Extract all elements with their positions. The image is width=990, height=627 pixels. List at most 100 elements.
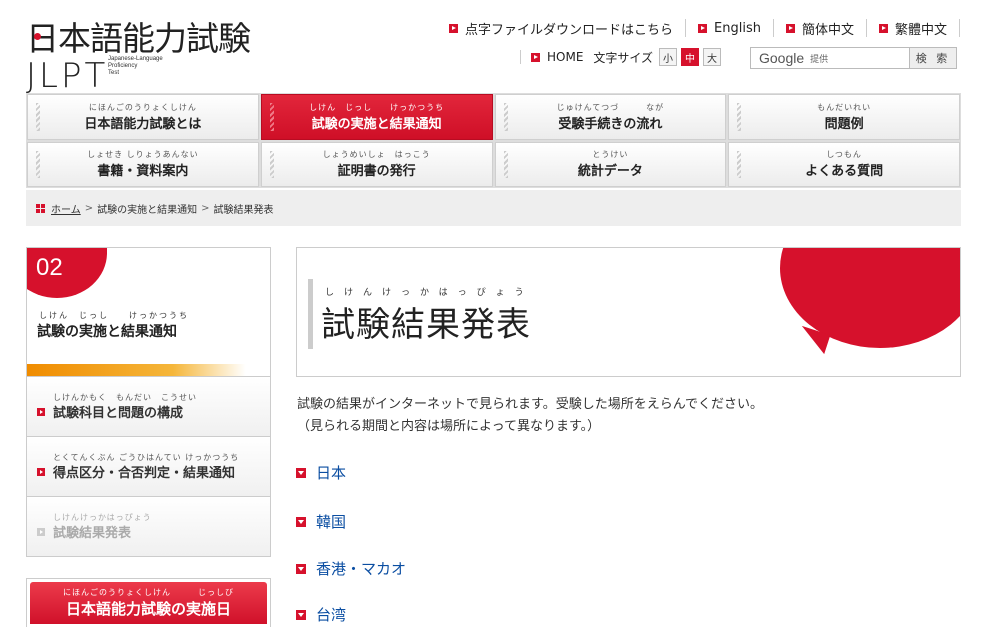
arrow-right-icon (698, 23, 708, 33)
home-label: HOME (547, 50, 584, 64)
sidebar-item-label: 試験結果発表 (53, 526, 132, 541)
page-heading-box: しけんけっかはっぴょう 試験結果発表 (296, 247, 961, 377)
top-links: 点字ファイルダウンロードはこちら English 簡体中文 繁體中文 (437, 18, 960, 38)
nav-ruby: じゅけんてつづ なが (556, 102, 665, 112)
region-link-korea[interactable]: 韓国 (296, 511, 346, 532)
link-label: 繁體中文 (894, 22, 947, 38)
logo-sub-line: Japanese-Language (108, 56, 163, 62)
arrow-right-icon (37, 407, 45, 416)
link-label: English (714, 20, 761, 36)
logo-sub-line: Test (108, 70, 120, 76)
page-title: 試験結果発表 (321, 305, 531, 345)
google-provided-label: 提供 (810, 54, 829, 65)
arrow-right-icon (878, 23, 888, 33)
google-logo: Google (759, 50, 805, 66)
intro-line: 試験の結果がインターネットで見られます。受験した場所をえらんでください。 (297, 397, 764, 412)
breadcrumb-parent-link[interactable]: 試験の実施と結果通知 (97, 201, 197, 216)
font-size-small-button[interactable]: 小 (659, 48, 678, 66)
sidebar-item-scoring[interactable]: とくてんくぶん ごうひはんてい けっかつうち 得点区分・合否判定・結果通知 (26, 437, 271, 497)
region-label: 台湾 (316, 606, 347, 624)
intro-line: （見られる期間と内容は場所によって異なります。） (297, 419, 601, 434)
nav-statistics[interactable]: とうけい 統計データ (494, 141, 727, 187)
nav-certificates[interactable]: しょうめいしょ はっこう証明書の発行 (260, 141, 493, 187)
sidebar-title-ruby: しけん じっし けっかつうち (39, 311, 189, 320)
nav-label: 受験手続きの流れ (558, 116, 663, 132)
banner-ruby: にほんごのうりょくしけん じっしび (63, 588, 234, 597)
region-link-hongkong-macau[interactable]: 香港・マカオ (296, 558, 406, 579)
arrow-right-icon (785, 23, 795, 33)
font-size-medium-button[interactable]: 中 (681, 48, 700, 66)
arrow-down-icon (296, 609, 306, 620)
nav-about-jlpt[interactable]: にほんごのうりょくしけん日本語能力試験とは (27, 94, 259, 140)
traditional-chinese-link[interactable]: 繁體中文 (865, 19, 960, 38)
sidebar-item-test-structure[interactable]: しけんかもく もんだい こうせい 試験科目と問題の構成 (26, 377, 271, 437)
nav-books-materials[interactable]: しょせき しりょうあんない書籍・資料案内 (27, 141, 259, 187)
sidebar-orange-bar (27, 364, 270, 376)
arrow-down-icon (296, 563, 306, 574)
banner-label: 日本語能力試験の実施日 (65, 600, 231, 618)
nav-label: 統計データ (577, 164, 643, 180)
arrow-down-icon (296, 467, 306, 478)
simplified-chinese-link[interactable]: 簡体中文 (772, 19, 866, 38)
utility-row: HOME 文字サイズ 小 中 大 (520, 47, 725, 67)
breadcrumb: ホーム > 試験の実施と結果通知 > 試験結果発表 (26, 190, 961, 226)
nav-faq[interactable]: しつもんよくある質問 (728, 141, 960, 187)
sidebar-item-label: 試験科目と問題の構成 (53, 406, 184, 421)
nav-label: 書籍・資料案内 (97, 164, 189, 180)
nav-ruby: しけん じっし けっかつうち (309, 102, 445, 112)
arrow-right-icon (531, 52, 540, 62)
nav-test-results[interactable]: しけん じっし けっかつうち試験の実施と結果通知 (260, 94, 493, 140)
arrow-right-icon (449, 23, 458, 33)
jlpt-logo[interactable]: 日本語能力試験 JLPT Japanese-Language Proficien… (26, 12, 276, 96)
breadcrumb-home-link[interactable]: ホーム (51, 201, 81, 216)
nav-ruby: しょせき しりょうあんない (87, 150, 199, 160)
region-link-japan[interactable]: 日本 (296, 462, 346, 483)
sidebar-item-label: 得点区分・合否判定・結果通知 (53, 466, 236, 481)
braille-download-link[interactable]: 点字ファイルダウンロードはこちら (437, 19, 685, 38)
link-label: 簡体中文 (801, 22, 854, 38)
breadcrumb-separator: > (201, 202, 210, 214)
nav-label: 試験の実施と結果通知 (311, 116, 442, 132)
nav-ruby: しょうめいしょ はっこう (322, 150, 431, 160)
breadcrumb-current: 試験結果発表 (213, 204, 274, 216)
nav-ruby: もんだいれい (817, 102, 872, 112)
region-link-taiwan[interactable]: 台湾 (296, 604, 346, 625)
nav-application-flow[interactable]: じゅけんてつづ なが受験手続きの流れ (494, 94, 727, 140)
arrow-right-icon (37, 527, 45, 536)
sidebar-title: 試験の実施と結果通知 (37, 324, 177, 340)
region-label: 日本 (316, 464, 347, 482)
heading-bar (308, 279, 313, 349)
nav-ruby: しつもん (826, 150, 862, 160)
arrow-down-icon (296, 516, 306, 527)
nav-label: 問題例 (824, 116, 864, 132)
nav-sample-questions[interactable]: もんだいれい 問題例 (728, 94, 960, 140)
logo-sub-line: Proficiency (108, 63, 138, 69)
nav-ruby: にほんごのうりょくしけん (88, 102, 197, 112)
link-label: 点字ファイルダウンロードはこちら (465, 22, 674, 38)
logo-abbr: JLPT (26, 56, 109, 96)
nav-ruby: とうけい (592, 150, 629, 160)
nav-label: 証明書の発行 (337, 164, 416, 180)
logo-subtitle: Japanese-Language Proficiency Test (108, 56, 163, 77)
intro-text: 試験の結果がインターネットで見られます。受験した場所をえらんでください。 （見ら… (297, 394, 763, 438)
nav-label: よくある質問 (805, 164, 884, 180)
logo-title: 日本語能力試験 (26, 19, 251, 58)
breadcrumb-grid-icon (36, 203, 45, 213)
home-link[interactable]: HOME (520, 50, 593, 64)
sidebar-section-header: 02 しけん じっし けっかつうち 試験の実施と結果通知 (26, 247, 271, 377)
font-size-label: 文字サイズ (593, 50, 654, 65)
sidebar-item-results-announcement[interactable]: しけんけっかはっぴょう 試験結果発表 (26, 497, 271, 557)
region-label: 韓国 (316, 513, 347, 531)
search-button[interactable]: 検 索 (909, 47, 957, 69)
global-nav: にほんごのうりょくしけん日本語能力試験とは しけん じっし けっかつうち試験の実… (26, 93, 961, 188)
logo-red-dot (34, 33, 41, 40)
test-dates-banner[interactable]: にほんごのうりょくしけん じっしび 日本語能力試験の実施日 (26, 578, 271, 627)
english-link[interactable]: English (685, 19, 773, 37)
region-label: 香港・マカオ (316, 560, 407, 578)
search-input[interactable]: Google 提供 (750, 47, 910, 69)
font-size-large-button[interactable]: 大 (703, 48, 722, 66)
breadcrumb-separator: > (84, 202, 94, 214)
nav-label: 日本語能力試験とは (84, 116, 202, 132)
arrow-right-icon (37, 467, 45, 476)
section-number: 02 (36, 254, 63, 281)
